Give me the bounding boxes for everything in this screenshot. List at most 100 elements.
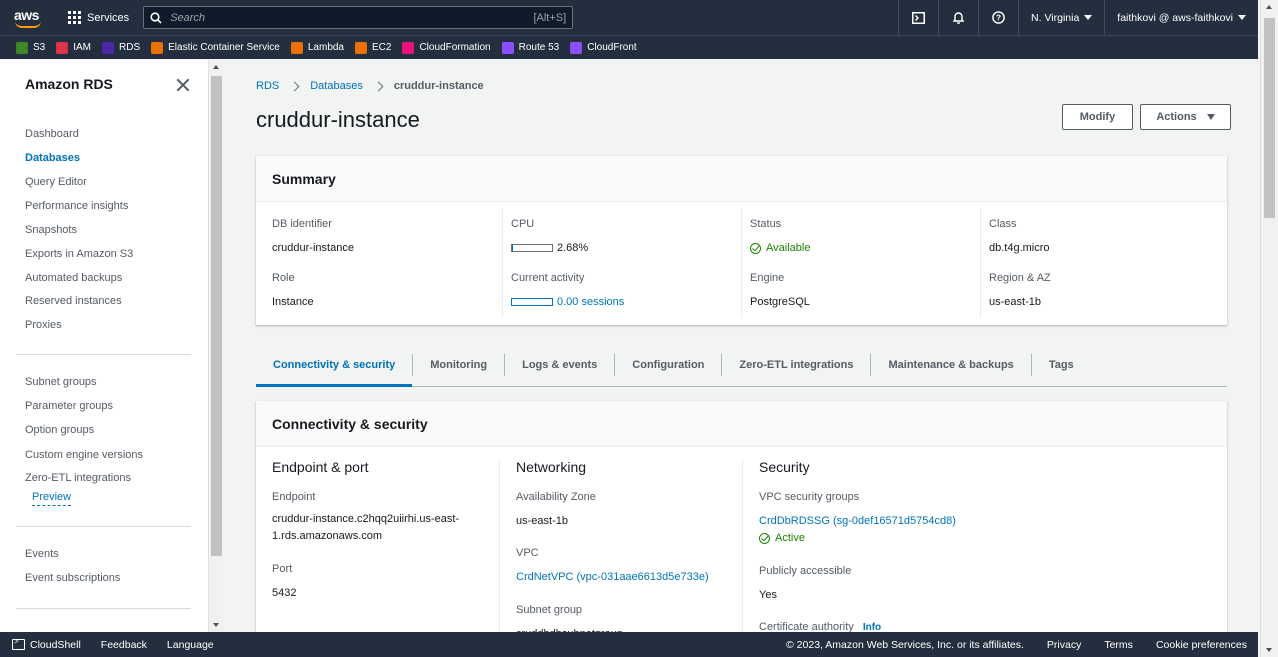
- security-group-link[interactable]: CrdDbRDSSG (sg-0def16571d5754cd8): [759, 515, 956, 527]
- networking-section: Networking Availability Zone us-east-1b …: [516, 459, 709, 632]
- role-label: Role: [272, 272, 295, 284]
- cloudshell-label: CloudShell: [30, 638, 81, 651]
- activity-link[interactable]: 0.00 sessions: [557, 296, 624, 308]
- sidebar-item-option-groups[interactable]: Option groups: [25, 424, 94, 436]
- page-scrollbar[interactable]: [1260, 0, 1278, 657]
- language-link[interactable]: Language: [167, 639, 214, 651]
- engine-label: Engine: [750, 272, 785, 284]
- favorite-label: IAM: [73, 42, 92, 53]
- column-divider: [742, 459, 743, 632]
- sidebar-item-custom-engine-versions[interactable]: Custom engine versions: [25, 449, 143, 461]
- favorite-s3[interactable]: S3: [16, 41, 45, 54]
- tab-monitoring[interactable]: Monitoring: [412, 353, 504, 376]
- account-menu[interactable]: faithkovi @ aws-faithkovi: [1104, 0, 1258, 35]
- scrollbar-thumb[interactable]: [1264, 18, 1275, 218]
- cookie-preferences-link[interactable]: Cookie preferences: [1156, 639, 1247, 651]
- favorite-ec2[interactable]: EC2: [355, 41, 391, 54]
- breadcrumb-rds[interactable]: RDS: [256, 80, 279, 92]
- terms-link[interactable]: Terms: [1104, 639, 1133, 651]
- search-input[interactable]: Search [Alt+S]: [143, 6, 574, 29]
- publicly-accessible-label: Publicly accessible: [759, 565, 852, 577]
- favorite-rds[interactable]: RDS: [102, 41, 140, 54]
- scroll-down-icon[interactable]: [213, 623, 219, 627]
- sidebar-item-proxies[interactable]: Proxies: [25, 319, 62, 331]
- notifications-button[interactable]: [938, 0, 978, 35]
- cpu-usage-fill: [512, 245, 513, 252]
- feedback-link[interactable]: Feedback: [101, 639, 147, 651]
- tab-tags[interactable]: Tags: [1030, 353, 1091, 376]
- tab-logs-events[interactable]: Logs & events: [504, 353, 614, 376]
- preview-badge[interactable]: Preview: [32, 491, 72, 506]
- sidebar-item-event-subscriptions[interactable]: Event subscriptions: [25, 572, 120, 584]
- service-icon: [290, 41, 303, 54]
- endpoint-label: Endpoint: [272, 491, 316, 503]
- vpc-link[interactable]: CrdNetVPC (vpc-031aae6613d5e733e): [516, 571, 709, 583]
- favorite-cloudfront[interactable]: CloudFront: [570, 41, 637, 54]
- terminal-icon: [12, 637, 25, 650]
- favorite-label: CloudFront: [587, 42, 637, 53]
- role-value: Instance: [272, 296, 314, 308]
- cloudshell-button[interactable]: [898, 0, 938, 35]
- services-menu-button[interactable]: Services: [68, 11, 129, 24]
- sidebar-divider: [16, 526, 191, 527]
- port-label: Port: [272, 563, 293, 575]
- sidebar-item-parameter-groups[interactable]: Parameter groups: [25, 400, 113, 412]
- scroll-up-icon[interactable]: [213, 65, 219, 69]
- favorite-route-53[interactable]: Route 53: [501, 41, 559, 54]
- sidebar-item-reserved-instances[interactable]: Reserved instances: [25, 295, 122, 307]
- privacy-link[interactable]: Privacy: [1047, 639, 1081, 651]
- favorite-iam[interactable]: IAM: [56, 41, 92, 54]
- sidebar-item-events[interactable]: Events: [25, 548, 59, 560]
- favorite-label: Elastic Container Service: [168, 42, 280, 53]
- scroll-up-icon[interactable]: [1266, 5, 1272, 9]
- tab-connectivity-security[interactable]: Connectivity & security: [256, 354, 412, 376]
- subnet-group-label: Subnet group: [516, 604, 583, 616]
- copyright-text: © 2023, Amazon Web Services, Inc. or its…: [786, 638, 1024, 651]
- detail-tabs: Connectivity & security Monitoring Logs & …: [256, 343, 1227, 387]
- endpoint-port-section: Endpoint & port Endpoint cruddur-instanc…: [272, 459, 459, 599]
- help-button[interactable]: ?: [978, 0, 1018, 35]
- modify-button[interactable]: Modify: [1062, 104, 1133, 130]
- top-navigation: aws Services Search [Alt+S] ? N. Virgini…: [0, 0, 1258, 35]
- sidebar-item-automated-backups[interactable]: Automated backups: [25, 272, 122, 284]
- close-icon[interactable]: [176, 78, 190, 92]
- favorite-lambda[interactable]: Lambda: [290, 41, 344, 54]
- sidebar-item-databases[interactable]: Databases: [25, 152, 80, 164]
- check-circle-icon: [759, 532, 770, 544]
- scrollbar-thumb[interactable]: [211, 76, 222, 556]
- sidebar-item-performance-insights[interactable]: Performance insights: [25, 200, 128, 212]
- chevron-right-icon: [289, 81, 300, 91]
- sidebar-item-query-editor[interactable]: Query Editor: [25, 176, 87, 188]
- engine-value: PostgreSQL: [750, 296, 810, 308]
- networking-heading: Networking: [516, 459, 587, 475]
- search-shortcut: [Alt+S]: [533, 11, 567, 24]
- tab-maintenance-backups[interactable]: Maintenance & backups: [870, 353, 1030, 376]
- actions-button[interactable]: Actions: [1140, 104, 1231, 130]
- db-identifier-value: cruddur-instance: [272, 242, 354, 254]
- region-selector[interactable]: N. Virginia: [1018, 0, 1104, 35]
- sidebar-divider: [16, 608, 191, 609]
- aws-logo[interactable]: aws: [6, 0, 58, 35]
- caret-down-icon: [1238, 15, 1246, 20]
- favorite-cloudformation[interactable]: CloudFormation: [402, 41, 491, 54]
- role-field: Role Instance: [272, 272, 314, 308]
- sidebar-title: Amazon RDS: [25, 76, 113, 92]
- sidebar-item-dashboard[interactable]: Dashboard: [25, 128, 79, 140]
- info-link[interactable]: Info: [863, 622, 881, 632]
- cloudshell-footer-button[interactable]: CloudShell: [12, 637, 81, 651]
- sidebar-scrollbar[interactable]: [208, 60, 223, 632]
- tab-configuration[interactable]: Configuration: [614, 353, 721, 376]
- tab-zero-etl-integrations[interactable]: Zero-ETL integrations: [721, 353, 870, 376]
- scroll-down-icon[interactable]: [1266, 648, 1272, 652]
- summary-panel: Summary DB identifier cruddur-instance R…: [256, 156, 1227, 325]
- sidebar-item-subnet-groups[interactable]: Subnet groups: [25, 376, 97, 388]
- connectivity-panel: Connectivity & security Endpoint & port …: [256, 401, 1227, 632]
- favorite-elastic-container-service[interactable]: Elastic Container Service: [151, 41, 280, 54]
- sidebar-item-zero-etl-integrations[interactable]: Zero-ETL integrations: [25, 472, 131, 484]
- sidebar-item-snapshots[interactable]: Snapshots: [25, 224, 77, 236]
- breadcrumb: RDS Databases cruddur-instance: [256, 80, 484, 92]
- breadcrumb-databases[interactable]: Databases: [310, 80, 363, 92]
- port-value: 5432: [272, 587, 297, 599]
- sidebar-item-exports-in-amazon-s3[interactable]: Exports in Amazon S3: [25, 248, 133, 260]
- az-label: Availability Zone: [516, 491, 596, 503]
